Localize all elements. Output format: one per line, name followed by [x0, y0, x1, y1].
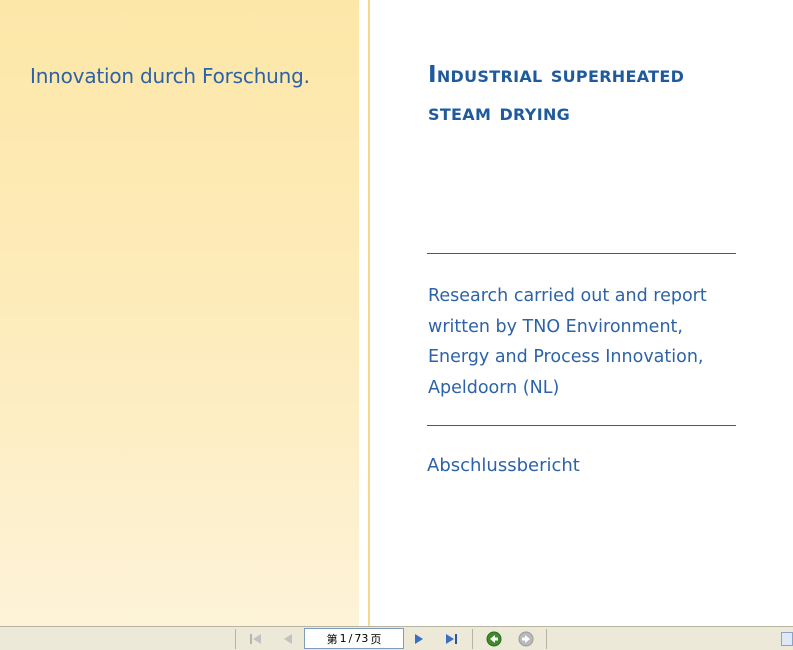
- page-number-field[interactable]: 第 1 / 73 页: [304, 628, 404, 649]
- research-line-2: written by TNO Environment,: [428, 316, 683, 337]
- first-page-icon: [250, 634, 261, 644]
- navigation-toolbar: 第 1 / 73 页: [0, 626, 793, 650]
- research-line-3: Energy and Process Innovation,: [428, 347, 704, 367]
- title-divider: [427, 253, 736, 254]
- research-line-4: Apeldoorn (NL): [428, 377, 560, 398]
- page-prefix: 第: [326, 632, 338, 646]
- research-line-1: Research carried out and report: [428, 286, 707, 306]
- credit-divider: [427, 425, 736, 426]
- forward-view-icon: [518, 631, 534, 647]
- document-title: Industrial superheated steam drying: [428, 56, 758, 132]
- title-line-1: Industrial superheated: [428, 62, 685, 88]
- page-suffix: 页: [370, 632, 382, 646]
- gutter-divider: [368, 0, 370, 626]
- previous-page-button[interactable]: [277, 629, 299, 649]
- back-view-icon: [486, 631, 502, 647]
- page-gutter: [359, 0, 368, 626]
- cover-tagline: Innovation durch Forschung.: [30, 64, 310, 88]
- report-type: Abschlussbericht: [427, 455, 580, 476]
- total-pages: 73: [354, 632, 369, 645]
- page-separator: /: [348, 632, 353, 645]
- toolbar-separator: [546, 629, 547, 649]
- toolbar-separator: [472, 629, 473, 649]
- title-line-2: steam drying: [428, 100, 571, 126]
- next-page-icon: [415, 634, 423, 644]
- toolbar-separator: [235, 629, 236, 649]
- previous-page-icon: [284, 634, 292, 644]
- research-credit: Research carried out and report written …: [428, 281, 748, 403]
- cover-left-panel: Innovation durch Forschung.: [0, 0, 359, 626]
- next-page-button[interactable]: [408, 629, 430, 649]
- document-page: Innovation durch Forschung. Industrial s…: [0, 0, 793, 626]
- forward-view-button[interactable]: [515, 629, 537, 649]
- last-page-button[interactable]: [440, 629, 462, 649]
- current-page: 1: [339, 632, 347, 645]
- page-thumbnail-toggle[interactable]: [781, 632, 793, 646]
- last-page-icon: [446, 634, 457, 644]
- back-view-button[interactable]: [483, 629, 505, 649]
- first-page-button[interactable]: [245, 629, 267, 649]
